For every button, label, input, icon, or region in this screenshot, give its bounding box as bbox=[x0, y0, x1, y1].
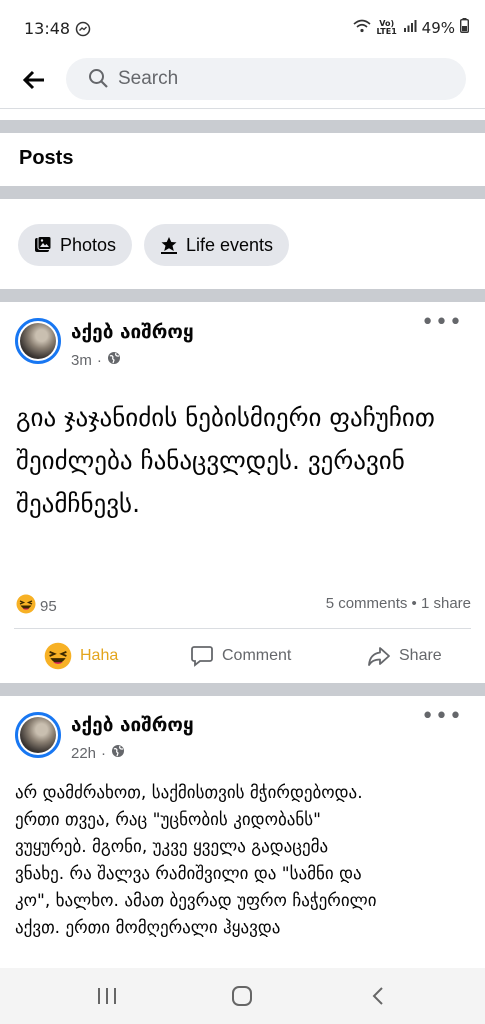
post-time[interactable]: 22h bbox=[71, 745, 96, 762]
status-icons: Vo) LTE1 49% bbox=[353, 18, 469, 37]
post-text-line: ერთი თვეა, რაც "უცნობის კიდობანს" bbox=[15, 810, 321, 830]
post-meta: 3m · bbox=[71, 351, 121, 369]
post-time[interactable]: 3m bbox=[71, 352, 92, 369]
comment-label: Comment bbox=[222, 647, 292, 664]
share-button[interactable]: Share bbox=[367, 644, 442, 668]
avatar[interactable] bbox=[15, 318, 61, 364]
post-text-line: არ დამძრახოთ, საქმისთვის მჭირდებოდა. bbox=[15, 783, 363, 803]
post-text-line: ვნახე. რა შალვა რამიშვილი და "სამნი და bbox=[15, 864, 362, 884]
post-author[interactable]: აქებ აიშროყ bbox=[71, 714, 194, 736]
post-author[interactable]: აქებ აიშროყ bbox=[71, 321, 194, 343]
separator-dot: · bbox=[101, 744, 107, 762]
search-placeholder: Search bbox=[118, 68, 179, 89]
share-label: Share bbox=[399, 647, 442, 664]
separator-dot: · bbox=[96, 351, 102, 369]
post-text-line: კო", ხალხო. ამათ ბევრად უფრო ჩაჭერილი bbox=[15, 891, 377, 911]
back-icon[interactable] bbox=[370, 986, 386, 1010]
reaction-summary[interactable]: 95 bbox=[16, 594, 57, 618]
volte-indicator: Vo) LTE1 bbox=[376, 18, 397, 36]
status-time: 13:48 bbox=[24, 19, 71, 38]
star-flag-icon bbox=[161, 237, 177, 254]
post-text: არ დამძრახოთ, საქმისთვის მჭირდებოდა. ერთ… bbox=[15, 780, 480, 942]
haha-button[interactable]: Haha bbox=[44, 642, 118, 670]
comment-button[interactable]: Comment bbox=[190, 644, 291, 668]
more-options-icon[interactable]: ••• bbox=[421, 310, 463, 335]
recent-apps-icon[interactable] bbox=[96, 986, 118, 1010]
post-text: გია ჯაჯანიძის ნებისმიერი ფაჩუჩით შეიძლებ… bbox=[16, 403, 435, 518]
section-divider bbox=[0, 186, 485, 199]
home-icon[interactable] bbox=[231, 985, 253, 1011]
comment-icon bbox=[191, 646, 213, 667]
haha-label: Haha bbox=[80, 647, 119, 664]
reaction-count: 95 bbox=[40, 597, 57, 615]
wifi-icon bbox=[353, 19, 371, 37]
battery-icon bbox=[459, 18, 469, 37]
signal-icon bbox=[403, 19, 417, 37]
haha-reaction-icon bbox=[16, 594, 36, 618]
avatar[interactable] bbox=[15, 712, 61, 758]
section-divider bbox=[0, 683, 485, 696]
section-title: Posts bbox=[19, 147, 74, 169]
system-nav-bar bbox=[0, 968, 485, 1024]
divider bbox=[0, 108, 485, 109]
photos-chip-label: Photos bbox=[60, 234, 117, 255]
status-bar: 13:48 Vo) LTE1 49% bbox=[0, 0, 485, 56]
post-text-line: ვუყურებ. მგონი, უკვე ყველა გადაცემა bbox=[15, 837, 329, 857]
divider bbox=[14, 628, 471, 629]
section-divider bbox=[0, 120, 485, 133]
haha-icon bbox=[44, 642, 72, 670]
post-meta: 22h · bbox=[71, 744, 125, 762]
life-events-chip[interactable]: Life events bbox=[144, 224, 290, 266]
back-arrow-icon[interactable] bbox=[20, 66, 48, 94]
search-header: Search bbox=[0, 56, 485, 106]
search-icon bbox=[88, 68, 109, 93]
globe-icon bbox=[111, 744, 125, 762]
search-input[interactable]: Search bbox=[66, 58, 466, 100]
more-options-icon[interactable]: ••• bbox=[421, 704, 463, 729]
post-card: აქებ აიშროყ 22h · ••• არ დამძრახოთ, საქმ… bbox=[0, 696, 485, 968]
share-icon bbox=[368, 647, 390, 666]
battery-percent: 49% bbox=[421, 18, 455, 37]
photos-icon bbox=[35, 236, 52, 252]
post-card: აქებ აიშროყ 3m · ••• გია ჯაჯანიძის ნების… bbox=[0, 302, 485, 682]
engagement-counts[interactable]: 5 comments • 1 share bbox=[326, 595, 471, 612]
messenger-icon bbox=[75, 21, 91, 41]
photos-chip[interactable]: Photos bbox=[18, 224, 133, 266]
globe-icon bbox=[107, 351, 121, 369]
life-events-chip-label: Life events bbox=[186, 234, 274, 255]
post-text-line: აქვთ. ერთი მომღერალი ჰყავდა bbox=[15, 918, 281, 938]
section-divider bbox=[0, 289, 485, 302]
